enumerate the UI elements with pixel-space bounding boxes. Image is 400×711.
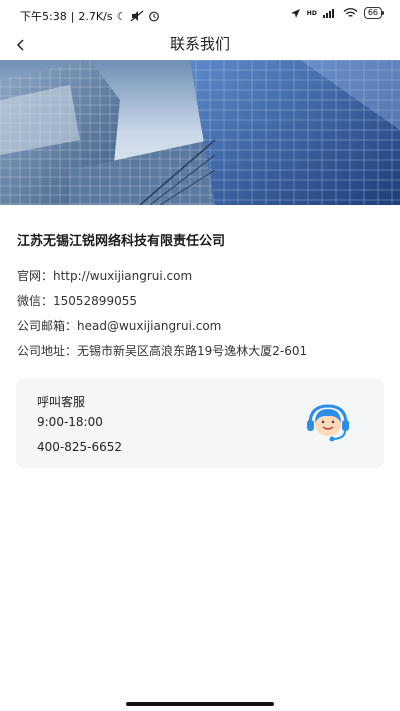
nav-bar: 联系我们 <box>0 30 400 60</box>
status-right: HD 66 <box>290 7 385 19</box>
website-line[interactable]: 官网：http://wuxijiangrui.com <box>17 267 192 284</box>
status-divider: | <box>70 9 75 23</box>
customer-service-card[interactable]: 呼叫客服 9:00-18:00 400-825-6652 <box>16 379 384 468</box>
service-title: 呼叫客服 <box>37 395 86 409</box>
mute-icon <box>131 10 144 22</box>
email-line[interactable]: 公司邮箱：head@wuxijiangrui.com <box>17 317 221 334</box>
battery-icon: 66 <box>363 7 385 19</box>
alarm-icon <box>149 11 160 22</box>
hero-banner-image <box>0 60 400 205</box>
status-network-speed: 2.7K/s <box>78 9 113 23</box>
wechat-line: 微信：15052899055 <box>17 294 137 308</box>
company-name: 江苏无锡江锐网络科技有限责任公司 <box>17 234 226 249</box>
home-indicator[interactable] <box>126 702 274 706</box>
status-time: 下午5:38 <box>20 10 67 23</box>
service-hours: 9:00-18:00 <box>37 415 103 429</box>
moon-icon: ☾ <box>116 9 127 23</box>
service-phone[interactable]: 400-825-6652 <box>37 440 122 454</box>
page-title: 联系我们 <box>169 35 230 53</box>
address-line: 公司地址：无锡市新吴区高浪东路19号逸林大厦2-601 <box>17 344 308 358</box>
status-bar: 下午5:38 | 2.7K/s ☾ HD 66 <box>0 0 400 30</box>
status-left: 下午5:38 | 2.7K/s ☾ <box>20 8 160 24</box>
wifi-icon <box>343 7 358 17</box>
signal-icon <box>322 9 334 18</box>
buildings-illustration <box>0 60 400 205</box>
customer-service-icon <box>307 404 349 442</box>
location-icon <box>290 8 300 18</box>
network-type-badge: HD <box>306 9 317 17</box>
